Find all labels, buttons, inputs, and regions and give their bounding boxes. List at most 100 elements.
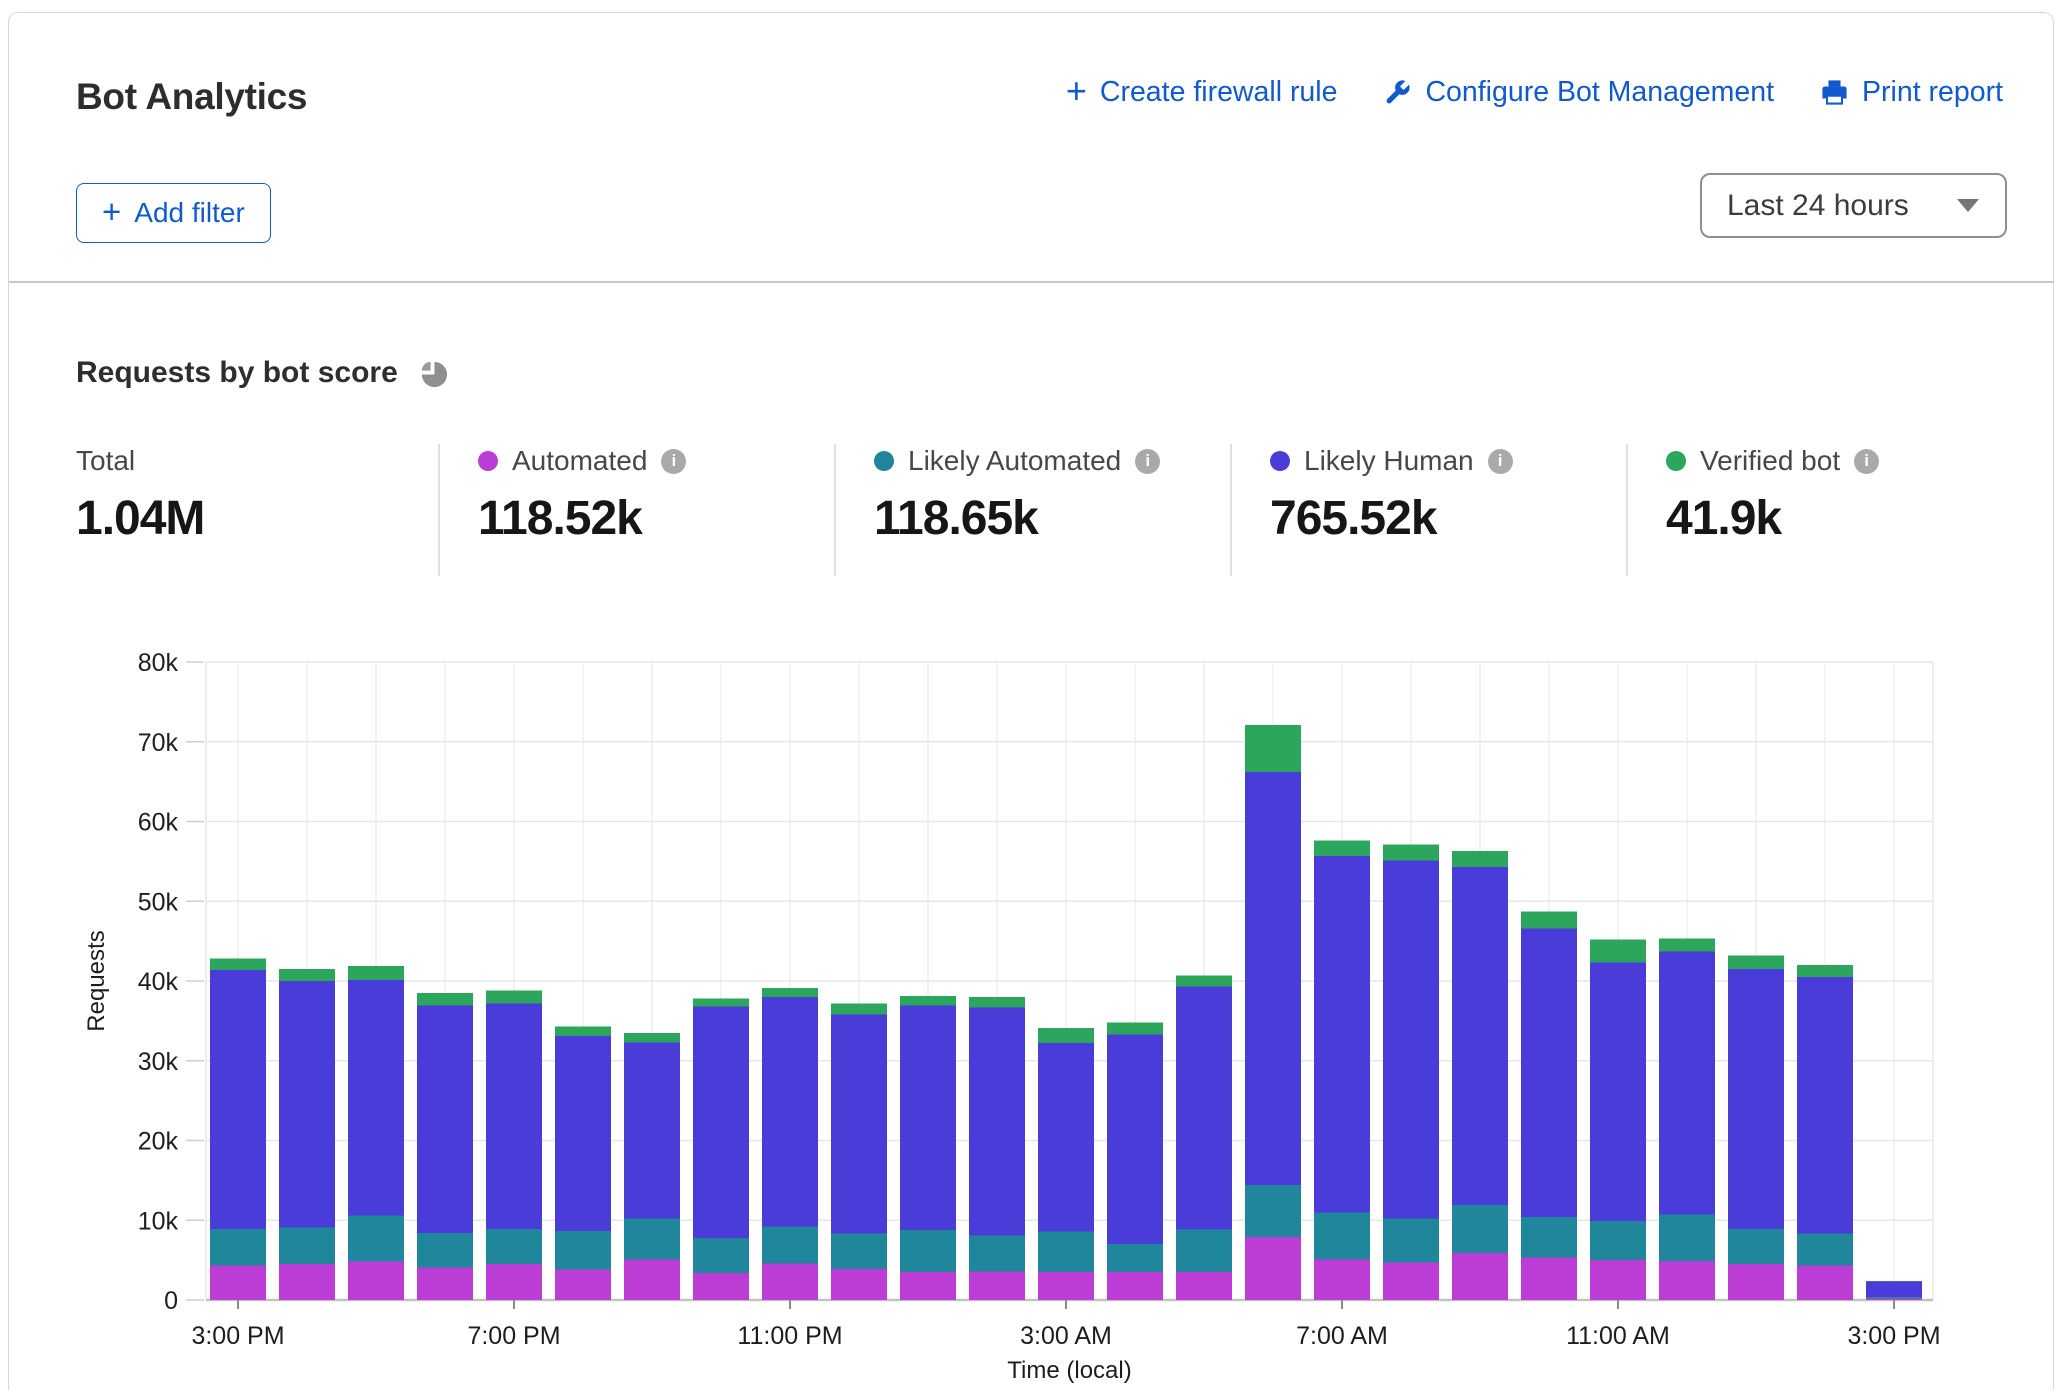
bar-segment-likely-human[interactable] xyxy=(1659,951,1715,1214)
bar-segment-likely-automated[interactable] xyxy=(1314,1212,1370,1259)
bar-segment-automated[interactable] xyxy=(693,1273,749,1300)
bar-segment-verified-bot[interactable] xyxy=(348,966,404,980)
bar-segment-verified-bot[interactable] xyxy=(1728,955,1784,969)
bar-segment-automated[interactable] xyxy=(486,1264,542,1300)
bar-segment-likely-automated[interactable] xyxy=(348,1215,404,1261)
bar-segment-automated[interactable] xyxy=(1452,1253,1508,1300)
bar-segment-automated[interactable] xyxy=(1659,1261,1715,1300)
bar-segment-verified-bot[interactable] xyxy=(969,997,1025,1007)
bar-segment-verified-bot[interactable] xyxy=(1245,725,1301,772)
bar-segment-verified-bot[interactable] xyxy=(624,1033,680,1043)
bar-segment-automated[interactable] xyxy=(348,1262,404,1300)
bar-segment-automated[interactable] xyxy=(555,1269,611,1300)
bar-segment-likely-automated[interactable] xyxy=(1797,1233,1853,1265)
bar-segment-verified-bot[interactable] xyxy=(417,993,473,1006)
bar-segment-automated[interactable] xyxy=(969,1271,1025,1300)
bar-segment-likely-human[interactable] xyxy=(831,1014,887,1233)
bar-segment-verified-bot[interactable] xyxy=(762,988,818,997)
bar-segment-likely-human[interactable] xyxy=(900,1006,956,1230)
bar-segment-likely-automated[interactable] xyxy=(1728,1229,1784,1264)
bar-segment-likely-automated[interactable] xyxy=(1038,1231,1094,1272)
bar-segment-verified-bot[interactable] xyxy=(693,999,749,1007)
bar-segment-likely-human[interactable] xyxy=(1866,1282,1922,1297)
bar-segment-likely-human[interactable] xyxy=(1107,1034,1163,1243)
bar-segment-verified-bot[interactable] xyxy=(831,1003,887,1014)
bar-segment-likely-automated[interactable] xyxy=(1176,1229,1232,1272)
bar-segment-automated[interactable] xyxy=(1107,1272,1163,1300)
bar-segment-likely-human[interactable] xyxy=(1314,856,1370,1212)
bar-segment-verified-bot[interactable] xyxy=(1521,912,1577,929)
bar-segment-likely-automated[interactable] xyxy=(1659,1215,1715,1261)
bar-segment-automated[interactable] xyxy=(762,1264,818,1300)
bar-segment-verified-bot[interactable] xyxy=(1590,940,1646,963)
bar-segment-verified-bot[interactable] xyxy=(900,996,956,1006)
bar-segment-verified-bot[interactable] xyxy=(1107,1022,1163,1034)
bar-segment-likely-automated[interactable] xyxy=(555,1231,611,1269)
bar-segment-automated[interactable] xyxy=(1176,1272,1232,1300)
bar-segment-likely-human[interactable] xyxy=(279,981,335,1227)
bar-segment-likely-human[interactable] xyxy=(486,1003,542,1229)
bar-segment-likely-human[interactable] xyxy=(1590,963,1646,1221)
bar-segment-automated[interactable] xyxy=(1038,1272,1094,1300)
bar-segment-likely-automated[interactable] xyxy=(1383,1219,1439,1263)
bar-segment-automated[interactable] xyxy=(1866,1298,1922,1300)
bar-segment-likely-automated[interactable] xyxy=(762,1227,818,1264)
bar-segment-likely-human[interactable] xyxy=(624,1042,680,1218)
bar-segment-likely-automated[interactable] xyxy=(1521,1217,1577,1258)
bar-segment-automated[interactable] xyxy=(1521,1258,1577,1300)
bar-segment-likely-human[interactable] xyxy=(1452,867,1508,1205)
bar-segment-likely-human[interactable] xyxy=(1728,969,1784,1229)
bar-segment-likely-human[interactable] xyxy=(762,997,818,1227)
bar-segment-automated[interactable] xyxy=(1728,1264,1784,1300)
bar-segment-likely-automated[interactable] xyxy=(624,1219,680,1260)
bar-segment-automated[interactable] xyxy=(417,1268,473,1300)
bar-segment-automated[interactable] xyxy=(1797,1265,1853,1300)
bar-segment-verified-bot[interactable] xyxy=(1383,845,1439,861)
bar-segment-likely-human[interactable] xyxy=(1383,861,1439,1219)
bar-segment-likely-automated[interactable] xyxy=(900,1230,956,1272)
bar-segment-likely-human[interactable] xyxy=(555,1036,611,1231)
bar-segment-verified-bot[interactable] xyxy=(1176,975,1232,986)
bar-segment-likely-automated[interactable] xyxy=(417,1233,473,1268)
bar-segment-automated[interactable] xyxy=(1383,1263,1439,1300)
bar-segment-likely-human[interactable] xyxy=(1245,772,1301,1185)
bar-segment-likely-human[interactable] xyxy=(1038,1043,1094,1231)
bar-segment-likely-human[interactable] xyxy=(1521,928,1577,1217)
bar-segment-verified-bot[interactable] xyxy=(1797,965,1853,977)
bar-segment-likely-human[interactable] xyxy=(210,970,266,1229)
bar-segment-verified-bot[interactable] xyxy=(1659,939,1715,952)
bar-segment-likely-automated[interactable] xyxy=(279,1227,335,1264)
bar-segment-automated[interactable] xyxy=(1245,1237,1301,1300)
bar-segment-likely-automated[interactable] xyxy=(1590,1221,1646,1260)
bar-segment-verified-bot[interactable] xyxy=(1452,851,1508,867)
bar-segment-automated[interactable] xyxy=(210,1265,266,1300)
bar-segment-likely-automated[interactable] xyxy=(486,1229,542,1264)
bar-segment-automated[interactable] xyxy=(1590,1260,1646,1300)
bar-segment-verified-bot[interactable] xyxy=(1038,1028,1094,1043)
bar-segment-likely-human[interactable] xyxy=(1797,977,1853,1233)
bar-segment-verified-bot[interactable] xyxy=(279,969,335,981)
bar-segment-likely-automated[interactable] xyxy=(1107,1244,1163,1272)
bar-segment-verified-bot[interactable] xyxy=(555,1026,611,1036)
bar-segment-likely-automated[interactable] xyxy=(831,1233,887,1268)
bar-segment-likely-human[interactable] xyxy=(693,1007,749,1238)
bar-segment-automated[interactable] xyxy=(831,1269,887,1300)
bar-segment-automated[interactable] xyxy=(279,1264,335,1300)
bar-segment-verified-bot[interactable] xyxy=(1866,1281,1922,1282)
bar-segment-likely-automated[interactable] xyxy=(1866,1297,1922,1299)
bar-segment-likely-automated[interactable] xyxy=(693,1238,749,1273)
bar-segment-automated[interactable] xyxy=(900,1272,956,1300)
bar-segment-verified-bot[interactable] xyxy=(210,959,266,970)
bar-segment-likely-human[interactable] xyxy=(348,980,404,1215)
bar-segment-likely-automated[interactable] xyxy=(969,1235,1025,1271)
bar-segment-automated[interactable] xyxy=(624,1259,680,1300)
bar-segment-likely-automated[interactable] xyxy=(210,1229,266,1265)
bar-segment-likely-human[interactable] xyxy=(969,1007,1025,1235)
bar-segment-verified-bot[interactable] xyxy=(1314,841,1370,856)
bar-segment-verified-bot[interactable] xyxy=(486,991,542,1004)
bar-segment-likely-automated[interactable] xyxy=(1452,1205,1508,1253)
bar-segment-automated[interactable] xyxy=(1314,1259,1370,1300)
bar-segment-likely-automated[interactable] xyxy=(1245,1185,1301,1237)
bar-segment-likely-human[interactable] xyxy=(1176,987,1232,1230)
bar-segment-likely-human[interactable] xyxy=(417,1006,473,1233)
